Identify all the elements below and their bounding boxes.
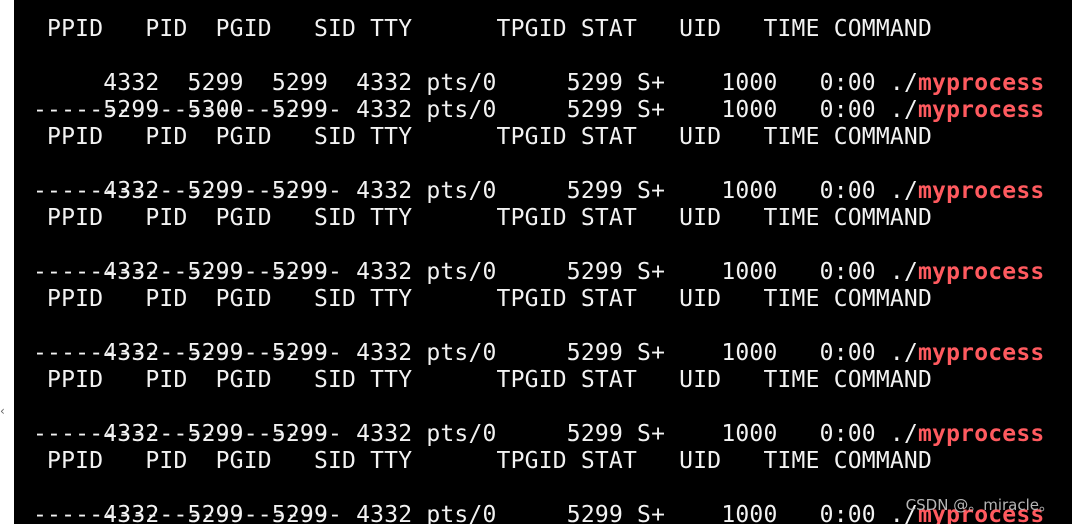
process-command: myprocess <box>918 421 1045 447</box>
process-row: 4332 5299 5299 4332 pts/0 5299 S+ 1000 0… <box>33 232 1044 285</box>
process-row: 4332 5299 5299 4332 pts/0 5299 S+ 1000 0… <box>33 151 1044 204</box>
terminal-output[interactable]: ---------------------- PPID PID PGID SID… <box>14 0 1072 524</box>
ps-header: PPID PID PGID SID TTY TPGID STAT UID TIM… <box>33 16 933 42</box>
process-row: 4332 5299 5299 4332 pts/0 5299 S+ 1000 0… <box>33 313 1044 366</box>
process-command: myprocess <box>918 259 1045 285</box>
process-command: myprocess <box>918 178 1045 204</box>
process-row: 5299 5300 5299 4332 pts/0 5299 S+ 1000 0… <box>33 70 1044 123</box>
ps-header: PPID PID PGID SID TTY TPGID STAT UID TIM… <box>33 205 933 231</box>
separator-line: ---------------------- <box>33 421 343 447</box>
separator-line: ---------------------- <box>33 502 343 524</box>
side-arrow-icon: ‹ <box>0 404 5 418</box>
ps-header: PPID PID PGID SID TTY TPGID STAT UID TIM… <box>33 367 933 393</box>
process-row: 4332 5299 5299 4332 pts/0 5299 S+ 1000 0… <box>33 394 1044 447</box>
separator-line: ---------------------- <box>33 0 342 12</box>
csdn-watermark: CSDN @。miracle。 <box>905 496 1054 514</box>
process-row: 4332 5299 5299 4332 pts/0 5299 S+ 1000 0… <box>33 43 1044 96</box>
ps-header: PPID PID PGID SID TTY TPGID STAT UID TIM… <box>33 448 933 474</box>
separator-line: ---------------------- <box>33 259 343 285</box>
ps-header: PPID PID PGID SID TTY TPGID STAT UID TIM… <box>33 286 933 312</box>
separator-line: ---------------------- <box>33 340 343 366</box>
process-command: myprocess <box>918 340 1045 366</box>
separator-line: ---------------------- <box>33 97 343 123</box>
process-command: myprocess <box>918 97 1045 123</box>
process-row: 4332 5299 5299 4332 pts/0 5299 S+ 1000 0… <box>33 475 1044 524</box>
ps-header: PPID PID PGID SID TTY TPGID STAT UID TIM… <box>33 124 933 150</box>
left-window-gutter: ‹ <box>0 0 14 524</box>
separator-line: ---------------------- <box>33 178 343 204</box>
